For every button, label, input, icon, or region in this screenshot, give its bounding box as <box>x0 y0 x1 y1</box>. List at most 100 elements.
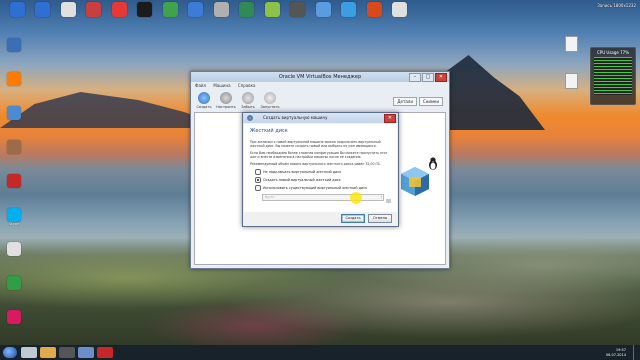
desktop-shortcut-icon[interactable] <box>4 140 24 154</box>
show-desktop-button[interactable] <box>633 345 640 360</box>
desktop-shortcut-icon[interactable]: Skype <box>4 208 24 226</box>
desktop-shortcut-icon[interactable] <box>387 2 413 18</box>
desktop-shortcut-icon[interactable] <box>4 2 30 18</box>
arrow-down-icon <box>242 92 254 104</box>
option-no-disk[interactable]: Не подключать виртуальный жесткий диск <box>255 169 391 175</box>
cancel-button[interactable]: Отмена <box>368 214 392 223</box>
app-icon <box>264 2 280 17</box>
desktop-shortcut-icon[interactable] <box>259 2 285 18</box>
desktop-shortcut-icon[interactable] <box>4 72 24 86</box>
app-icon <box>162 2 178 17</box>
discard-button[interactable]: Забыть <box>238 92 258 109</box>
radio-button[interactable] <box>255 169 261 175</box>
desktop-shortcut-icon[interactable] <box>208 2 234 18</box>
app-icon <box>86 2 101 17</box>
taskbar: 19:57 06.07.2014 <box>0 345 640 360</box>
app-icon <box>7 310 21 324</box>
virtualbox-taskbar-icon[interactable] <box>78 347 94 358</box>
menu-file[interactable]: Файл <box>195 83 206 88</box>
dialog-body: Жесткий диск При желании к новой виртуал… <box>244 124 397 212</box>
desktop-shortcut-icon[interactable] <box>361 2 387 18</box>
settings-button[interactable]: Настроить <box>216 92 236 109</box>
cpu-gadget: CPU Usage 77% <box>590 47 636 105</box>
option-use-existing-disk[interactable]: Использовать существующий виртуальный же… <box>255 185 391 191</box>
app-icon <box>290 2 305 17</box>
dialog-titlebar[interactable]: ‹ Создать виртуальную машину ✕ <box>243 113 398 123</box>
desktop-shortcut-icon[interactable] <box>4 106 24 120</box>
app-icon <box>35 2 50 17</box>
folder-taskbar-icon[interactable] <box>40 347 56 358</box>
desktop-shortcut-icon[interactable] <box>310 2 336 18</box>
back-arrow-icon[interactable]: ‹ <box>247 115 253 121</box>
maximize-button[interactable]: □ <box>422 73 434 82</box>
tab-snapshots[interactable]: Снимки <box>418 97 443 106</box>
description-text: Если Вам необходима более сложная конфиг… <box>250 151 388 159</box>
description-text: При желании к новой виртуальной машине м… <box>250 140 381 148</box>
desktop-shortcut-icon[interactable] <box>4 38 24 52</box>
explorer-taskbar-icon[interactable] <box>21 347 37 358</box>
app-icon <box>7 38 21 52</box>
app-taskbar-icon[interactable] <box>59 347 75 358</box>
desktop-shortcut-icon[interactable] <box>234 2 260 18</box>
app-icon <box>7 242 21 256</box>
menu-machine[interactable]: Машина <box>213 83 230 88</box>
dialog-buttons: Создать Отмена <box>341 214 392 223</box>
create-vm-dialog: ‹ Создать виртуальную машину ✕ Жесткий д… <box>242 112 399 227</box>
desktop-shortcut-icon[interactable] <box>55 2 81 18</box>
app-icon <box>7 140 21 154</box>
app-icon <box>7 208 21 222</box>
option-create-new-disk[interactable]: Создать новый виртуальный жесткий диск <box>255 177 391 183</box>
app-icon <box>239 2 254 17</box>
minimize-button[interactable]: – <box>409 73 421 82</box>
radio-button[interactable] <box>255 185 261 191</box>
new-icon <box>198 92 210 104</box>
app-icon <box>7 106 21 120</box>
create-button[interactable]: Создать <box>341 214 365 223</box>
app-icon <box>341 2 356 17</box>
create-vm-button[interactable]: Создать <box>194 92 214 109</box>
desktop-file-icon[interactable] <box>563 73 579 89</box>
app-icon <box>315 2 331 17</box>
app-icon <box>188 2 203 17</box>
desktop-shortcut-icon[interactable] <box>4 310 24 324</box>
app-icon <box>137 2 152 17</box>
menu-bar: Файл Машина Справка <box>191 82 449 89</box>
folder-icon[interactable] <box>386 199 391 203</box>
window-titlebar[interactable]: Oracle VM VirtualBox Менеджер – □ ✕ <box>191 72 449 82</box>
app-icon <box>366 2 382 17</box>
radio-button[interactable] <box>255 177 261 183</box>
desktop-shortcut-icon[interactable] <box>183 2 209 18</box>
desktop-shortcut-icon[interactable] <box>81 2 107 18</box>
desktop-shortcut-icon[interactable] <box>336 2 362 18</box>
desktop-shortcut-icon[interactable] <box>4 174 24 188</box>
existing-disk-select[interactable]: Пусто ▾ <box>262 194 384 201</box>
desktop-shortcut-icon[interactable] <box>132 2 158 18</box>
document-icon <box>564 36 578 52</box>
recorder-taskbar-icon[interactable] <box>97 347 113 358</box>
cpu-gadget-graph <box>594 57 632 95</box>
close-button[interactable]: ✕ <box>435 73 447 82</box>
menu-help[interactable]: Справка <box>238 83 256 88</box>
app-icon <box>60 2 76 17</box>
desktop-file-icon[interactable] <box>563 36 579 52</box>
app-icon <box>7 174 21 188</box>
cursor-highlight <box>350 192 362 204</box>
start-button[interactable] <box>3 347 17 358</box>
play-arrow-icon <box>264 92 276 104</box>
window-title: Oracle VM VirtualBox Менеджер <box>278 74 362 80</box>
app-icon <box>7 72 21 86</box>
desktop-shortcut-icon[interactable] <box>157 2 183 18</box>
desktop-shortcut-icon[interactable] <box>106 2 132 18</box>
desktop-shortcut-icon[interactable] <box>30 2 56 18</box>
dialog-close-button[interactable]: ✕ <box>384 114 396 123</box>
desktop-shortcut-icon[interactable] <box>4 242 24 256</box>
tab-details[interactable]: Детали <box>393 97 417 106</box>
cpu-gadget-title: CPU Usage 77% <box>596 50 630 55</box>
dialog-title: Создать виртуальную машину <box>263 115 328 120</box>
desktop-shortcut-icon[interactable] <box>4 276 24 290</box>
virtualbox-logo-icon <box>401 167 429 196</box>
app-icon <box>7 276 21 290</box>
desktop-shortcut-icon[interactable] <box>285 2 311 18</box>
chevron-down-icon: ▾ <box>380 195 382 199</box>
start-button[interactable]: Запустить <box>260 92 280 109</box>
